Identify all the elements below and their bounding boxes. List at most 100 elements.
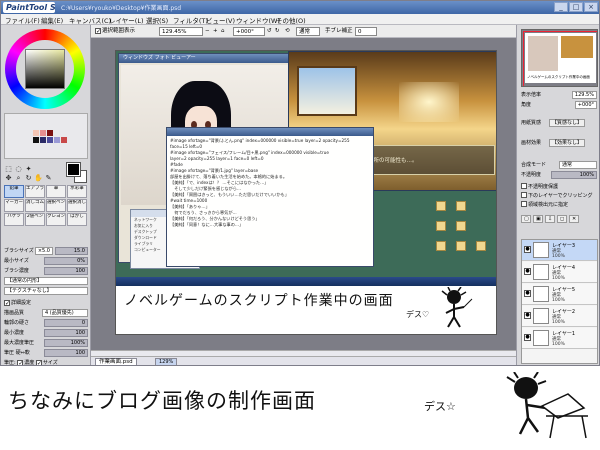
hand-icon[interactable]: ✋: [34, 174, 43, 182]
delete-layer-icon[interactable]: ✕: [569, 215, 579, 223]
brush-density-slider[interactable]: 100: [44, 267, 88, 275]
material-effect-dropdown[interactable]: 【効果なし】: [549, 139, 586, 147]
pressure-density-checkbox[interactable]: ✓: [17, 360, 23, 365]
layer-item[interactable]: ● レイヤー5 通常 100%: [522, 284, 597, 305]
layer-visibility-icon[interactable]: ●: [524, 268, 531, 275]
tool-crayon[interactable]: クレヨン: [46, 213, 66, 226]
nav-angle-value[interactable]: +000°: [574, 101, 597, 109]
rect-select-icon[interactable]: ⬚: [4, 165, 13, 173]
max-pressure-slider[interactable]: 100%: [44, 339, 88, 347]
selection-show-toggle[interactable]: ✓選択範囲表示: [95, 27, 135, 36]
color-wheel[interactable]: [5, 29, 85, 109]
menu-other[interactable]: その他(O): [276, 15, 306, 25]
swatch[interactable]: [40, 137, 46, 143]
rotate-reset-icon[interactable]: ⟲: [285, 27, 290, 36]
saturation-value-square[interactable]: [25, 49, 65, 89]
area-source-checkbox[interactable]: [521, 201, 527, 207]
layer-item[interactable]: ● レイヤー1 通常 100%: [522, 328, 597, 349]
maximize-button[interactable]: □: [569, 2, 583, 12]
brush-texture-dropdown[interactable]: 【テクスチャなし】: [4, 287, 88, 295]
rotate-left-icon[interactable]: ↺: [267, 27, 272, 36]
swatch[interactable]: [47, 137, 53, 143]
swatch[interactable]: [54, 137, 60, 143]
brush-shape-dropdown[interactable]: 【通常の円形】: [4, 277, 88, 285]
navigator[interactable]: ノベルゲームのスクリプト作業中の画面: [521, 29, 598, 87]
tool-blur[interactable]: ぼかし: [67, 213, 87, 226]
opacity-slider[interactable]: 100%: [551, 171, 597, 179]
zoom-in-icon[interactable]: +: [213, 27, 218, 36]
new-folder-icon[interactable]: ▣: [533, 215, 543, 223]
blend-mode-dropdown[interactable]: 通常: [296, 27, 320, 36]
min-density-slider[interactable]: 100: [44, 329, 88, 337]
canvas[interactable]: ウィンドウズ フォト ビューアー 番所の可能性も…。 ネットワーク お気に入り …: [115, 50, 497, 335]
document-tab[interactable]: 作業画面.psd: [95, 358, 137, 365]
pressure-curve-slider[interactable]: 100: [44, 349, 88, 357]
brush-size-slider[interactable]: 15.0: [55, 247, 88, 255]
swatch[interactable]: [33, 130, 39, 136]
tool-bucket[interactable]: バケツ: [4, 213, 24, 226]
close-button[interactable]: ×: [584, 2, 598, 12]
pressure-size-checkbox[interactable]: ✓: [35, 360, 42, 365]
edge-hardness-slider[interactable]: 0: [44, 319, 88, 327]
paper-texture-dropdown[interactable]: 【質感なし】: [549, 119, 586, 127]
tool-brush[interactable]: 筆: [46, 185, 66, 198]
brush-size-multiplier[interactable]: ×5.0: [34, 247, 53, 255]
layer-item[interactable]: ● レイヤー2 通常 100%: [522, 306, 597, 327]
layer-blend-dropdown[interactable]: 通常: [559, 161, 597, 169]
eyedropper-icon[interactable]: ✎: [44, 174, 53, 182]
preserve-opacity-toggle[interactable]: 不透明度保護: [521, 183, 598, 192]
color-swatches[interactable]: [4, 113, 88, 159]
preserve-opacity-checkbox[interactable]: [521, 183, 527, 189]
zoom-dropdown[interactable]: 129.45%: [159, 27, 203, 36]
stabilizer-dropdown[interactable]: 0: [355, 27, 377, 36]
zoom-icon[interactable]: ⌕: [14, 174, 23, 182]
area-source-toggle[interactable]: 領域検出元に指定: [521, 201, 598, 210]
clipping-toggle[interactable]: 下のレイヤーでクリッピング: [521, 192, 598, 201]
new-layer-icon[interactable]: ▢: [521, 215, 531, 223]
selection-show-checkbox[interactable]: ✓: [95, 28, 101, 35]
move-icon[interactable]: ✥: [4, 174, 13, 182]
detail-settings-checkbox[interactable]: ✓: [4, 300, 10, 307]
zoom-reset-icon[interactable]: ⌂: [221, 27, 225, 36]
tool-binary-pen[interactable]: 2値ペン: [25, 213, 45, 226]
zoom-out-icon[interactable]: −: [205, 27, 210, 36]
rotate-icon[interactable]: ↻: [24, 174, 33, 182]
swatch[interactable]: [33, 137, 39, 143]
menu-window[interactable]: ウィンドウ(W): [236, 15, 280, 25]
menu-layer[interactable]: レイヤー(L): [109, 15, 144, 25]
layer-visibility-icon[interactable]: ●: [524, 334, 531, 341]
swatch[interactable]: [40, 130, 46, 136]
swatch[interactable]: [47, 130, 53, 136]
menu-filter[interactable]: フィルタ(T): [173, 15, 208, 25]
swatch[interactable]: [61, 137, 67, 143]
tool-select-pen[interactable]: 選択ペン: [46, 199, 66, 212]
layer-visibility-icon[interactable]: ●: [524, 246, 531, 253]
foreground-color[interactable]: [66, 162, 81, 177]
minimize-button[interactable]: _: [554, 2, 568, 12]
quality-dropdown[interactable]: 4 (品質優先): [42, 309, 88, 317]
rotate-right-icon[interactable]: ↻: [275, 27, 280, 36]
lasso-icon[interactable]: ◌: [14, 165, 23, 173]
tool-select-eraser[interactable]: 選択消し: [67, 199, 87, 212]
merge-down-icon[interactable]: ⇩: [545, 215, 555, 223]
tool-watercolor[interactable]: 水彩筆: [67, 185, 87, 198]
layer-item[interactable]: ● レイヤー4 通常 100%: [522, 262, 597, 283]
tool-airbrush[interactable]: エアブラシ: [25, 185, 45, 198]
nav-zoom-value[interactable]: 129.5%: [571, 91, 597, 99]
layer-visibility-icon[interactable]: ●: [524, 290, 531, 297]
detail-settings-toggle[interactable]: ✓詳細設定: [4, 299, 31, 307]
tool-pencil[interactable]: 鉛筆: [4, 185, 24, 198]
tool-marker[interactable]: マーカー: [4, 199, 24, 212]
magic-wand-icon[interactable]: ✦: [24, 165, 33, 173]
navigator-view-frame[interactable]: [523, 31, 597, 86]
rotation-dropdown[interactable]: +000°: [233, 27, 265, 36]
menu-file[interactable]: ファイル(F): [5, 15, 40, 25]
layer-visibility-icon[interactable]: ●: [524, 312, 531, 319]
menu-select[interactable]: 選択(S): [146, 15, 168, 25]
foreground-background-colors[interactable]: [66, 162, 87, 183]
menu-edit[interactable]: 編集(E): [41, 15, 63, 25]
min-size-slider[interactable]: 0%: [44, 257, 88, 265]
clipping-checkbox[interactable]: [521, 192, 527, 198]
menu-canvas[interactable]: キャンバス(C): [69, 15, 111, 25]
menu-view[interactable]: ビュー(V): [206, 15, 235, 25]
